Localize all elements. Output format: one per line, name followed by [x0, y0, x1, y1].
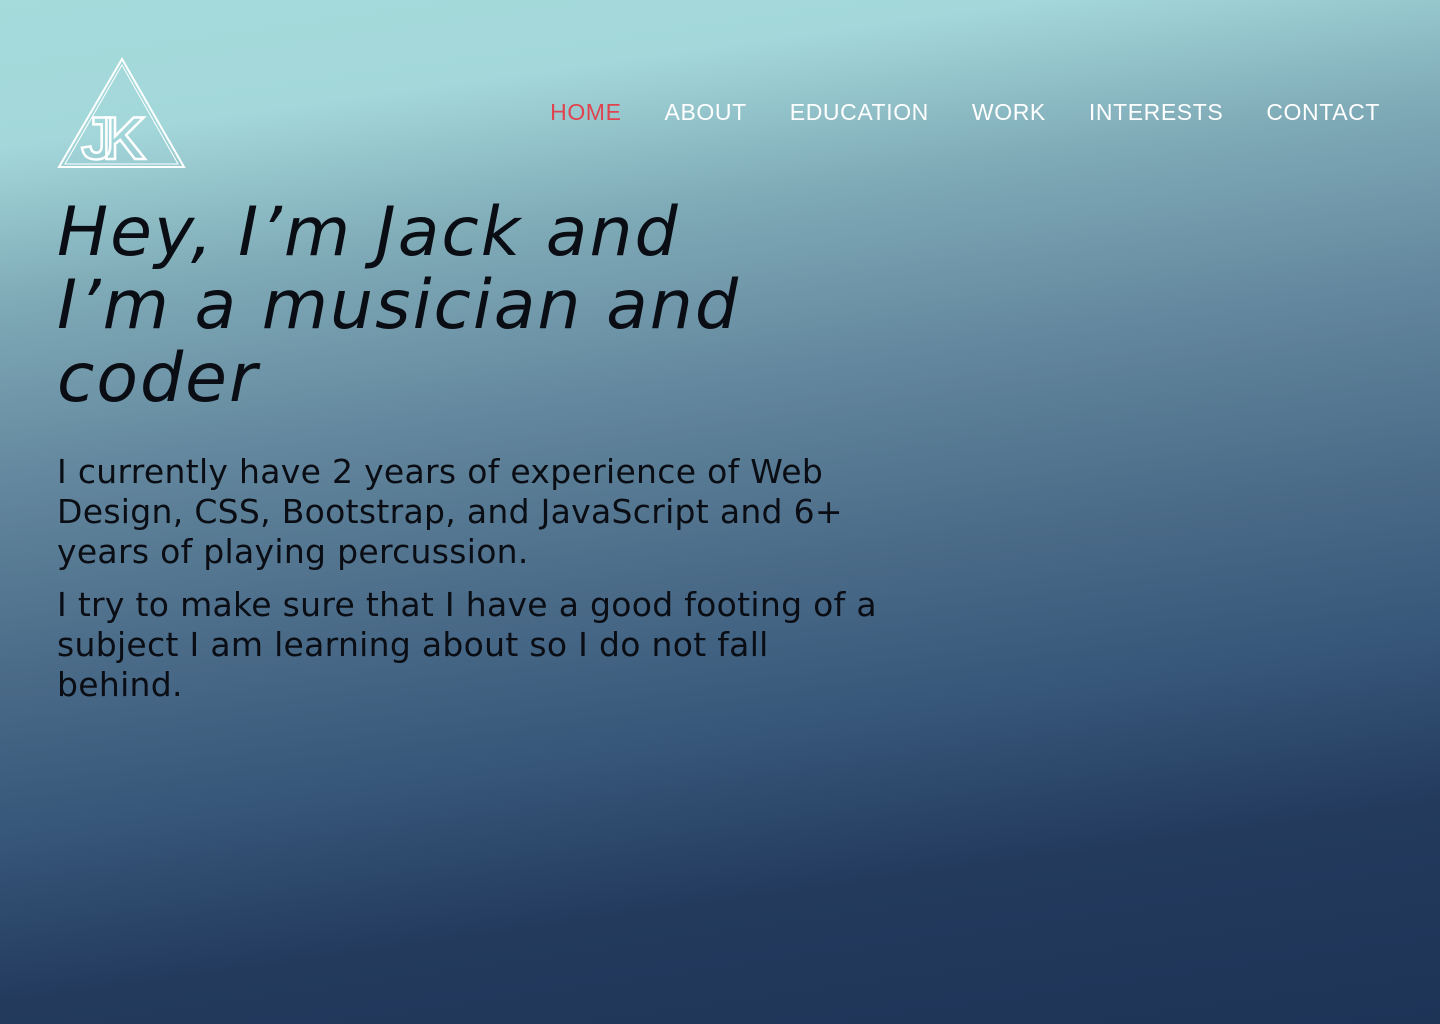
- hero-title-line: coder: [57, 339, 259, 418]
- nav-interests[interactable]: INTERESTS: [1089, 96, 1223, 128]
- logo-text: JK: [81, 105, 145, 170]
- hero-title: Hey, I’m Jack and I’m a musician and cod…: [57, 193, 741, 418]
- paragraph-line: subject I am learning about so I do not …: [57, 625, 769, 664]
- hero-title-line: I’m a musician and: [57, 266, 741, 345]
- nav-work[interactable]: WORK: [972, 96, 1046, 128]
- paragraph-line: I try to make sure that I have a good fo…: [57, 585, 877, 624]
- hero-title-line: Hey, I’m Jack and: [57, 193, 680, 272]
- nav-home[interactable]: HOME: [550, 96, 621, 128]
- learning-paragraph: I try to make sure that I have a good fo…: [57, 585, 937, 705]
- main-nav: HOME ABOUT EDUCATION WORK INTERESTS CONT…: [507, 96, 1380, 128]
- paragraph-line: behind.: [57, 665, 183, 704]
- jk-logo[interactable]: JK: [57, 56, 187, 170]
- nav-education[interactable]: EDUCATION: [790, 96, 929, 128]
- nav-contact[interactable]: CONTACT: [1266, 96, 1380, 128]
- paragraph-line: I currently have 2 years of experience o…: [57, 452, 824, 491]
- experience-paragraph: I currently have 2 years of experience o…: [57, 452, 937, 572]
- nav-about[interactable]: ABOUT: [665, 96, 747, 128]
- paragraph-line: years of playing percussion.: [57, 532, 529, 571]
- paragraph-line: Design, CSS, Bootstrap, and JavaScript a…: [57, 492, 843, 531]
